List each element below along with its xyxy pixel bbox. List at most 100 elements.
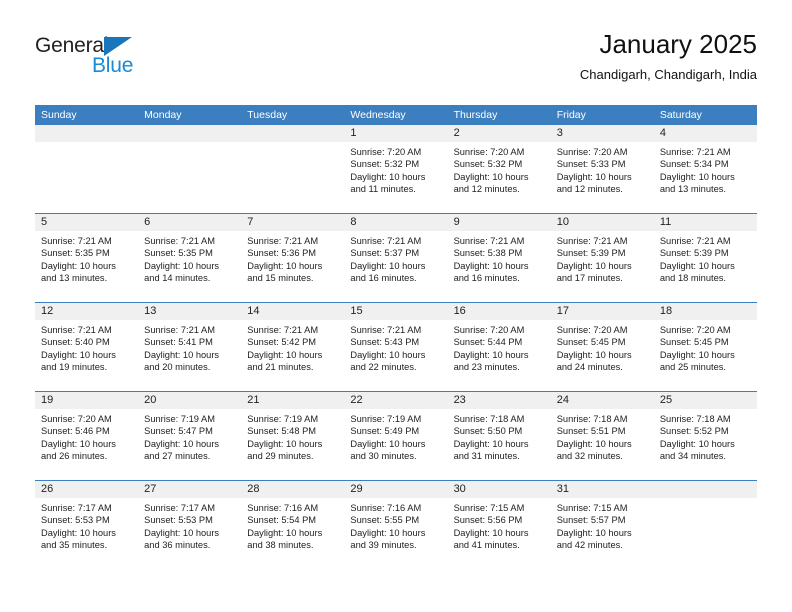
day-cell[interactable]: 25 Sunrise: 7:18 AM Sunset: 5:52 PM Dayl… bbox=[653, 392, 757, 480]
sunset-text: Sunset: 5:39 PM bbox=[659, 248, 729, 259]
daylight-text-line1: Daylight: 10 hours bbox=[453, 438, 529, 449]
day-details bbox=[35, 142, 138, 146]
day-number: 25 bbox=[653, 392, 757, 409]
sunrise-text: Sunrise: 7:21 AM bbox=[556, 236, 628, 246]
sunset-text: Sunset: 5:37 PM bbox=[350, 248, 420, 259]
daylight-text-line1: Daylight: 10 hours bbox=[144, 349, 220, 360]
day-cell[interactable]: 8 Sunrise: 7:21 AM Sunset: 5:37 PM Dayli… bbox=[344, 214, 448, 302]
sunset-text: Sunset: 5:35 PM bbox=[41, 248, 110, 259]
sunset-text: Sunset: 5:44 PM bbox=[453, 337, 523, 348]
day-details: Sunrise: 7:15 AM Sunset: 5:57 PM Dayligh… bbox=[551, 498, 654, 552]
day-cell[interactable]: 16 Sunrise: 7:20 AM Sunset: 5:44 PM Dayl… bbox=[447, 303, 551, 391]
daylight-text-line1: Daylight: 10 hours bbox=[144, 260, 220, 271]
sunset-text: Sunset: 5:49 PM bbox=[350, 426, 420, 437]
calendar-page: General Blue January 2025 Chandigarh, Ch… bbox=[0, 0, 792, 612]
day-cell[interactable]: 14 Sunrise: 7:21 AM Sunset: 5:42 PM Dayl… bbox=[241, 303, 345, 391]
day-number: 22 bbox=[344, 392, 448, 409]
day-number: 9 bbox=[447, 214, 551, 231]
daylight-text-line1: Daylight: 10 hours bbox=[453, 349, 529, 360]
day-number: 29 bbox=[344, 481, 448, 498]
sunset-text: Sunset: 5:38 PM bbox=[453, 248, 523, 259]
day-cell[interactable]: 6 Sunrise: 7:21 AM Sunset: 5:35 PM Dayli… bbox=[138, 214, 242, 302]
day-cell[interactable]: 19 Sunrise: 7:20 AM Sunset: 5:46 PM Dayl… bbox=[35, 392, 139, 480]
day-cell[interactable]: 1 Sunrise: 7:20 AM Sunset: 5:32 PM Dayli… bbox=[344, 125, 448, 213]
day-number: 13 bbox=[138, 303, 242, 320]
daylight-text-line2: and 13 minutes. bbox=[41, 273, 108, 284]
day-cell[interactable]: 11 Sunrise: 7:21 AM Sunset: 5:39 PM Dayl… bbox=[653, 214, 757, 302]
sunrise-text: Sunrise: 7:21 AM bbox=[144, 236, 215, 246]
day-cell[interactable]: 10 Sunrise: 7:21 AM Sunset: 5:39 PM Dayl… bbox=[550, 214, 654, 302]
day-cell[interactable]: 4 Sunrise: 7:21 AM Sunset: 5:34 PM Dayli… bbox=[653, 125, 757, 213]
day-cell[interactable]: 30 Sunrise: 7:15 AM Sunset: 5:56 PM Dayl… bbox=[447, 481, 551, 569]
daylight-text-line1: Daylight: 10 hours bbox=[247, 527, 323, 538]
day-details: Sunrise: 7:19 AM Sunset: 5:48 PM Dayligh… bbox=[241, 409, 344, 463]
sunset-text: Sunset: 5:32 PM bbox=[453, 159, 523, 170]
day-cell[interactable]: 21 Sunrise: 7:19 AM Sunset: 5:48 PM Dayl… bbox=[241, 392, 345, 480]
daylight-text-line2: and 20 minutes. bbox=[144, 362, 211, 373]
day-details: Sunrise: 7:20 AM Sunset: 5:32 PM Dayligh… bbox=[344, 142, 447, 196]
daylight-text-line2: and 39 minutes. bbox=[350, 540, 417, 551]
day-details: Sunrise: 7:21 AM Sunset: 5:42 PM Dayligh… bbox=[241, 320, 344, 374]
daylight-text-line2: and 12 minutes. bbox=[453, 184, 520, 195]
daylight-text-line2: and 36 minutes. bbox=[144, 540, 211, 551]
sunrise-text: Sunrise: 7:20 AM bbox=[556, 147, 628, 157]
sunrise-text: Sunrise: 7:21 AM bbox=[350, 325, 422, 335]
day-number: 30 bbox=[447, 481, 551, 498]
generalblue-logo[interactable]: General Blue bbox=[35, 34, 215, 84]
sunset-text: Sunset: 5:51 PM bbox=[556, 426, 626, 437]
sunset-text: Sunset: 5:36 PM bbox=[247, 248, 317, 259]
day-cell[interactable]: 24 Sunrise: 7:18 AM Sunset: 5:51 PM Dayl… bbox=[550, 392, 654, 480]
day-cell[interactable]: 13 Sunrise: 7:21 AM Sunset: 5:41 PM Dayl… bbox=[138, 303, 242, 391]
day-cell[interactable]: 29 Sunrise: 7:16 AM Sunset: 5:55 PM Dayl… bbox=[344, 481, 448, 569]
day-details: Sunrise: 7:18 AM Sunset: 5:50 PM Dayligh… bbox=[448, 409, 551, 463]
day-number: 31 bbox=[550, 481, 654, 498]
sunrise-text: Sunrise: 7:21 AM bbox=[659, 147, 731, 157]
day-details bbox=[241, 142, 344, 146]
day-cell[interactable]: 17 Sunrise: 7:20 AM Sunset: 5:45 PM Dayl… bbox=[550, 303, 654, 391]
sunset-text: Sunset: 5:47 PM bbox=[144, 426, 213, 437]
sunrise-text: Sunrise: 7:15 AM bbox=[556, 503, 628, 513]
day-cell[interactable]: 26 Sunrise: 7:17 AM Sunset: 5:53 PM Dayl… bbox=[35, 481, 139, 569]
day-cell[interactable]: 22 Sunrise: 7:19 AM Sunset: 5:49 PM Dayl… bbox=[344, 392, 448, 480]
sunset-text: Sunset: 5:56 PM bbox=[453, 515, 523, 526]
day-details: Sunrise: 7:20 AM Sunset: 5:44 PM Dayligh… bbox=[448, 320, 551, 374]
day-details: Sunrise: 7:17 AM Sunset: 5:53 PM Dayligh… bbox=[35, 498, 138, 552]
day-details: Sunrise: 7:21 AM Sunset: 5:38 PM Dayligh… bbox=[448, 231, 551, 285]
day-cell[interactable]: 5 Sunrise: 7:21 AM Sunset: 5:35 PM Dayli… bbox=[35, 214, 139, 302]
daylight-text-line2: and 25 minutes. bbox=[659, 362, 726, 373]
sunrise-text: Sunrise: 7:21 AM bbox=[659, 236, 731, 246]
weekday-header-tuesday: Tuesday bbox=[247, 109, 288, 121]
day-cell[interactable]: 28 Sunrise: 7:16 AM Sunset: 5:54 PM Dayl… bbox=[241, 481, 345, 569]
day-number bbox=[35, 125, 139, 142]
sunrise-text: Sunrise: 7:21 AM bbox=[247, 325, 319, 335]
day-number: 23 bbox=[447, 392, 551, 409]
day-details: Sunrise: 7:15 AM Sunset: 5:56 PM Dayligh… bbox=[448, 498, 551, 552]
day-cell[interactable]: 31 Sunrise: 7:15 AM Sunset: 5:57 PM Dayl… bbox=[550, 481, 654, 569]
logo-text-blue: Blue bbox=[92, 54, 134, 77]
sunrise-text: Sunrise: 7:20 AM bbox=[453, 147, 525, 157]
day-details: Sunrise: 7:18 AM Sunset: 5:52 PM Dayligh… bbox=[654, 409, 757, 463]
day-number: 4 bbox=[653, 125, 757, 142]
daylight-text-line2: and 14 minutes. bbox=[144, 273, 211, 284]
day-details: Sunrise: 7:20 AM Sunset: 5:45 PM Dayligh… bbox=[654, 320, 757, 374]
day-cell[interactable]: 23 Sunrise: 7:18 AM Sunset: 5:50 PM Dayl… bbox=[447, 392, 551, 480]
sunrise-text: Sunrise: 7:20 AM bbox=[556, 325, 628, 335]
daylight-text-line2: and 30 minutes. bbox=[350, 451, 417, 462]
day-cell[interactable]: 20 Sunrise: 7:19 AM Sunset: 5:47 PM Dayl… bbox=[138, 392, 242, 480]
day-cell[interactable]: 15 Sunrise: 7:21 AM Sunset: 5:43 PM Dayl… bbox=[344, 303, 448, 391]
day-cell[interactable]: 3 Sunrise: 7:20 AM Sunset: 5:33 PM Dayli… bbox=[550, 125, 654, 213]
day-cell[interactable]: 9 Sunrise: 7:21 AM Sunset: 5:38 PM Dayli… bbox=[447, 214, 551, 302]
day-cell[interactable]: 7 Sunrise: 7:21 AM Sunset: 5:36 PM Dayli… bbox=[241, 214, 345, 302]
day-cell[interactable]: 2 Sunrise: 7:20 AM Sunset: 5:32 PM Dayli… bbox=[447, 125, 551, 213]
day-cell bbox=[35, 125, 139, 213]
daylight-text-line2: and 16 minutes. bbox=[350, 273, 417, 284]
daylight-text-line2: and 29 minutes. bbox=[247, 451, 314, 462]
day-cell[interactable]: 18 Sunrise: 7:20 AM Sunset: 5:45 PM Dayl… bbox=[653, 303, 757, 391]
day-cell[interactable]: 12 Sunrise: 7:21 AM Sunset: 5:40 PM Dayl… bbox=[35, 303, 139, 391]
daylight-text-line1: Daylight: 10 hours bbox=[556, 349, 632, 360]
day-number: 6 bbox=[138, 214, 242, 231]
day-details: Sunrise: 7:21 AM Sunset: 5:35 PM Dayligh… bbox=[138, 231, 241, 285]
weekday-header-friday: Friday bbox=[556, 109, 586, 121]
day-cell[interactable]: 27 Sunrise: 7:17 AM Sunset: 5:53 PM Dayl… bbox=[138, 481, 242, 569]
day-details: Sunrise: 7:20 AM Sunset: 5:32 PM Dayligh… bbox=[448, 142, 551, 196]
